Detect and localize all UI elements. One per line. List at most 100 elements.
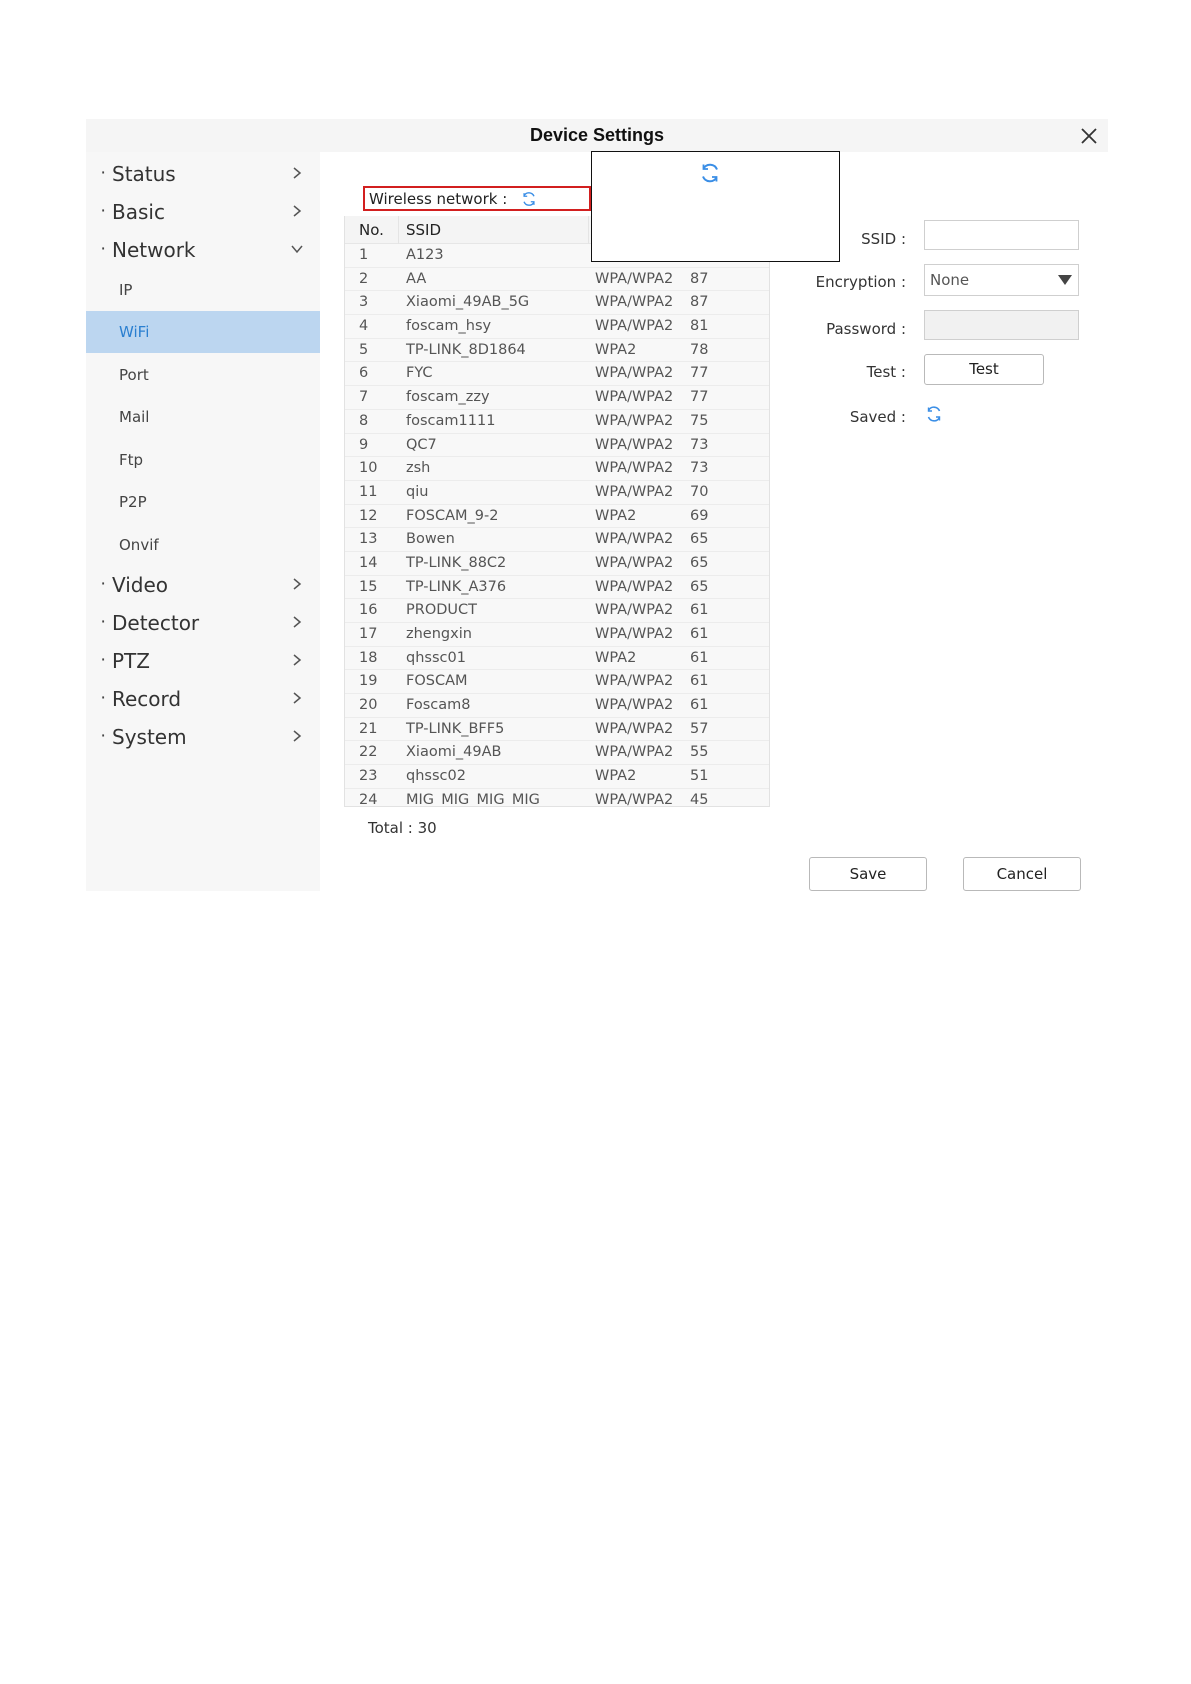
row-signal-cell: 77 bbox=[690, 365, 709, 382]
sidebar-subitem-ip[interactable]: IP bbox=[86, 269, 320, 311]
row-ssid-cell: Foscam8 bbox=[406, 697, 471, 714]
table-row[interactable]: 20 Foscam8 WPA/WPA2 61 bbox=[345, 694, 769, 718]
sidebar-item-detector[interactable]: · Detector bbox=[86, 604, 320, 640]
table-row[interactable]: 14 TP-LINK_88C2 WPA/WPA2 65 bbox=[345, 551, 769, 576]
row-no-cell: 12 bbox=[359, 507, 378, 524]
row-signal-cell: 87 bbox=[690, 270, 709, 287]
row-signal-cell: 81 bbox=[690, 318, 709, 335]
bullet-icon: · bbox=[100, 238, 107, 259]
sidebar-subitem-wifi[interactable]: WiFi bbox=[86, 311, 320, 353]
sidebar-item-basic[interactable]: · Basic bbox=[86, 193, 320, 229]
sidebar-item-status[interactable]: · Status bbox=[86, 155, 320, 191]
sidebar-subitem-mail[interactable]: Mail bbox=[86, 396, 320, 438]
encryption-select[interactable]: None bbox=[924, 264, 1079, 296]
row-encryption-cell: WPA/WPA2 bbox=[595, 554, 674, 571]
table-row[interactable]: 24 MIG_MIG_MIG_MIG WPA/WPA2 45 bbox=[345, 788, 769, 807]
table-row[interactable]: 16 PRODUCT WPA/WPA2 61 bbox=[345, 599, 769, 623]
row-ssid-cell: foscam_hsy bbox=[406, 318, 492, 335]
password-input[interactable] bbox=[924, 310, 1079, 340]
table-row[interactable]: 4 foscam_hsy WPA/WPA2 81 bbox=[345, 315, 769, 339]
sidebar-subitem-p2p[interactable]: P2P bbox=[86, 481, 320, 523]
row-signal-cell: 69 bbox=[690, 507, 709, 524]
table-row[interactable]: 6 FYC WPA/WPA2 77 bbox=[345, 362, 769, 387]
row-ssid-cell: qiu bbox=[406, 483, 429, 500]
row-ssid-cell: qhssc01 bbox=[406, 649, 466, 666]
title-bar: Device Settings bbox=[86, 119, 1108, 152]
sidebar-subitem-label: Port bbox=[119, 366, 149, 384]
close-icon[interactable] bbox=[1076, 123, 1102, 149]
table-row[interactable]: 18 qhssc01 WPA2 61 bbox=[345, 646, 769, 671]
sidebar-subitem-ftp[interactable]: Ftp bbox=[86, 439, 320, 481]
row-signal-cell: 65 bbox=[690, 578, 709, 595]
sidebar-item-label: Network bbox=[112, 238, 196, 262]
table-row[interactable]: 9 QC7 WPA/WPA2 73 bbox=[345, 433, 769, 458]
encryption-label: Encryption : bbox=[815, 273, 906, 291]
row-encryption-cell: WPA/WPA2 bbox=[595, 389, 674, 406]
sidebar-item-label: Detector bbox=[112, 611, 200, 635]
sidebar-item-label: Record bbox=[112, 687, 182, 711]
table-row[interactable]: 15 TP-LINK_A376 WPA/WPA2 65 bbox=[345, 575, 769, 600]
row-encryption-cell: WPA2 bbox=[595, 649, 637, 666]
row-ssid-cell: foscam_zzy bbox=[406, 389, 490, 406]
row-signal-cell: 61 bbox=[690, 626, 709, 642]
table-row[interactable]: 22 Xiaomi_49AB WPA/WPA2 55 bbox=[345, 741, 769, 766]
table-row[interactable]: 7 foscam_zzy WPA/WPA2 77 bbox=[345, 386, 769, 410]
sidebar-subitem-label: IP bbox=[119, 281, 133, 299]
row-encryption-cell: WPA2 bbox=[595, 341, 637, 358]
row-signal-cell: 45 bbox=[690, 791, 709, 807]
table-row[interactable]: 5 TP-LINK_8D1864 WPA2 78 bbox=[345, 338, 769, 363]
row-ssid-cell: AA bbox=[406, 270, 427, 287]
row-signal-cell: 55 bbox=[690, 744, 709, 761]
ssid-input[interactable] bbox=[924, 220, 1079, 250]
total-count: Total : 30 bbox=[368, 819, 437, 837]
row-ssid-cell: Xiaomi_49AB bbox=[406, 744, 502, 761]
refresh-icon[interactable] bbox=[520, 190, 538, 208]
table-row[interactable]: 12 FOSCAM_9-2 WPA2 69 bbox=[345, 504, 769, 529]
cancel-button[interactable]: Cancel bbox=[963, 857, 1081, 891]
row-signal-cell: 87 bbox=[690, 294, 709, 311]
row-signal-cell: 65 bbox=[690, 554, 709, 571]
row-signal-cell: 70 bbox=[690, 483, 709, 500]
sidebar-subitem-onvif[interactable]: Onvif bbox=[86, 524, 320, 566]
table-row[interactable]: 2 AA WPA/WPA2 87 bbox=[345, 267, 769, 292]
row-signal-cell: 57 bbox=[690, 720, 709, 737]
sidebar-subitem-label: WiFi bbox=[119, 323, 150, 341]
sidebar-item-record[interactable]: · Record bbox=[86, 680, 320, 716]
chevron-right-icon bbox=[293, 205, 302, 217]
sidebar-item-video[interactable]: · Video bbox=[86, 566, 320, 602]
test-button[interactable]: Test bbox=[924, 354, 1044, 385]
table-row[interactable]: 10 zsh WPA/WPA2 73 bbox=[345, 457, 769, 481]
encryption-selected-value: None bbox=[930, 271, 970, 289]
wireless-network-header: Wireless network : bbox=[363, 186, 591, 211]
table-row[interactable]: 8 foscam1111 WPA/WPA2 75 bbox=[345, 409, 769, 434]
table-row[interactable]: 11 qiu WPA/WPA2 70 bbox=[345, 480, 769, 505]
table-row[interactable]: 3 Xiaomi_49AB_5G WPA/WPA2 87 bbox=[345, 291, 769, 316]
row-ssid-cell: TP-LINK_8D1864 bbox=[406, 341, 526, 358]
sidebar-item-label: System bbox=[112, 725, 187, 749]
sidebar-item-network[interactable]: · Network bbox=[86, 231, 320, 267]
sidebar-item-ptz[interactable]: · PTZ bbox=[86, 642, 320, 678]
sidebar-subitem-port[interactable]: Port bbox=[86, 354, 320, 396]
save-button[interactable]: Save bbox=[809, 857, 927, 891]
sidebar-item-system[interactable]: · System bbox=[86, 718, 320, 754]
row-encryption-cell: WPA/WPA2 bbox=[595, 791, 674, 807]
chevron-right-icon bbox=[293, 578, 302, 590]
row-encryption-cell: WPA/WPA2 bbox=[595, 626, 674, 642]
table-row[interactable]: 19 FOSCAM WPA/WPA2 61 bbox=[345, 670, 769, 695]
row-no-cell: 17 bbox=[359, 626, 378, 642]
table-row[interactable]: 23 qhssc02 WPA2 51 bbox=[345, 765, 769, 789]
row-signal-cell: 51 bbox=[690, 768, 709, 785]
row-signal-cell: 61 bbox=[690, 697, 709, 714]
wifi-network-table: No. SSID 1 A123 2 AA WPA/WPA2 87 3 Xiaomi_49AB_… bbox=[344, 216, 770, 807]
dropdown-arrow-icon bbox=[1058, 275, 1072, 285]
chevron-right-icon bbox=[293, 616, 302, 628]
sidebar-subitem-label: Onvif bbox=[119, 536, 159, 554]
chevron-right-icon bbox=[293, 167, 302, 179]
row-ssid-cell: TP-LINK_A376 bbox=[406, 578, 507, 595]
table-row[interactable]: 17 zhengxin WPA/WPA2 61 bbox=[345, 623, 769, 647]
table-row[interactable]: 13 Bowen WPA/WPA2 65 bbox=[345, 528, 769, 552]
row-signal-cell: 75 bbox=[690, 412, 709, 429]
column-header-ssid: SSID bbox=[406, 221, 442, 239]
table-row[interactable]: 21 TP-LINK_BFF5 WPA/WPA2 57 bbox=[345, 717, 769, 742]
row-encryption-cell: WPA/WPA2 bbox=[595, 318, 674, 335]
